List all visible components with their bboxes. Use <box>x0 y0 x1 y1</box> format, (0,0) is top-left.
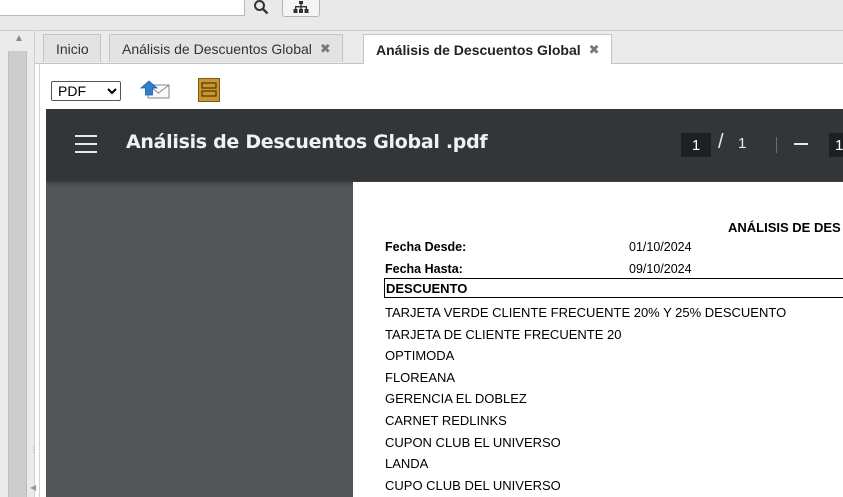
fecha-desde-value: 01/10/2024 <box>629 240 692 254</box>
left-panel-scrollbar[interactable] <box>8 51 27 497</box>
table-row: FLOREANA <box>385 370 456 385</box>
content-area: PDF Análisis de Descuentos Global .pdf 1… <box>39 64 843 497</box>
fecha-desde-label: Fecha Desde: <box>385 240 467 254</box>
tab-label: Análisis de Descuentos Global <box>122 40 312 57</box>
table-row: OPTIMODA <box>385 348 455 363</box>
collapse-up-icon[interactable]: ▲ <box>14 33 24 44</box>
report-title: ANÁLISIS DE DES <box>728 220 841 235</box>
top-bar <box>0 0 843 31</box>
search-button[interactable] <box>247 0 275 15</box>
resize-handle-icon[interactable]: ⋮ <box>30 446 38 454</box>
pdf-viewer: Análisis de Descuentos Global .pdf 1 / 1… <box>46 109 843 497</box>
email-send-icon <box>139 80 170 99</box>
current-page-input[interactable]: 1 <box>681 133 711 157</box>
minus-icon[interactable] <box>794 143 808 145</box>
hamburger-icon[interactable] <box>75 135 97 153</box>
close-icon[interactable]: ✖ <box>589 42 600 58</box>
export-folder-icon <box>198 78 220 102</box>
fecha-hasta-value: 09/10/2024 <box>629 262 692 276</box>
descuento-column-header: DESCUENTO <box>384 278 843 298</box>
total-pages: 1 <box>738 135 747 152</box>
left-panel: ▲ ⋮ ◀ <box>0 31 38 497</box>
send-email-button[interactable] <box>139 78 172 102</box>
table-row: GERENCIA EL DOBLEZ <box>385 391 527 406</box>
pdf-viewer-toolbar: Análisis de Descuentos Global .pdf 1 / 1… <box>46 109 843 181</box>
table-row: TARJETA VERDE CLIENTE FRECUENTE 20% Y 25… <box>385 305 787 320</box>
search-input[interactable] <box>0 0 245 16</box>
tab-label: Inicio <box>56 40 89 57</box>
report-toolbar: PDF <box>40 64 843 109</box>
pdf-page: ANÁLISIS DE DES Fecha Desde: 01/10/2024 … <box>353 182 843 497</box>
search-icon <box>254 0 269 14</box>
tab-analisis-1[interactable]: Análisis de Descuentos Global ✖ <box>109 34 343 62</box>
pdf-filename: Análisis de Descuentos Global .pdf <box>126 131 488 153</box>
tab-label: Análisis de Descuentos Global <box>376 41 581 58</box>
sitemap-icon <box>293 0 309 13</box>
table-row: TARJETA DE CLIENTE FRECUENTE 20 <box>385 327 622 342</box>
table-row: CUPO CLUB DEL UNIVERSO <box>385 478 561 493</box>
tab-strip: Inicio Análisis de Descuentos Global ✖ A… <box>35 31 843 64</box>
collapse-left-icon[interactable]: ◀ <box>30 483 36 492</box>
export-button[interactable] <box>198 78 220 102</box>
tab-inicio[interactable]: Inicio <box>43 34 101 62</box>
sitemap-button[interactable] <box>282 0 320 17</box>
format-select[interactable]: PDF <box>51 81 121 101</box>
table-row: LANDA <box>385 456 429 471</box>
tab-analisis-2[interactable]: Análisis de Descuentos Global ✖ <box>363 34 612 64</box>
table-row: CARNET REDLINKS <box>385 413 507 428</box>
table-row: CUPON CLUB EL UNIVERSO <box>385 435 561 450</box>
close-icon[interactable]: ✖ <box>320 41 331 57</box>
fecha-hasta-label: Fecha Hasta: <box>385 262 463 276</box>
zoom-input[interactable]: 1 <box>829 133 843 157</box>
toolbar-divider <box>776 137 777 153</box>
page-separator: / <box>718 131 724 153</box>
